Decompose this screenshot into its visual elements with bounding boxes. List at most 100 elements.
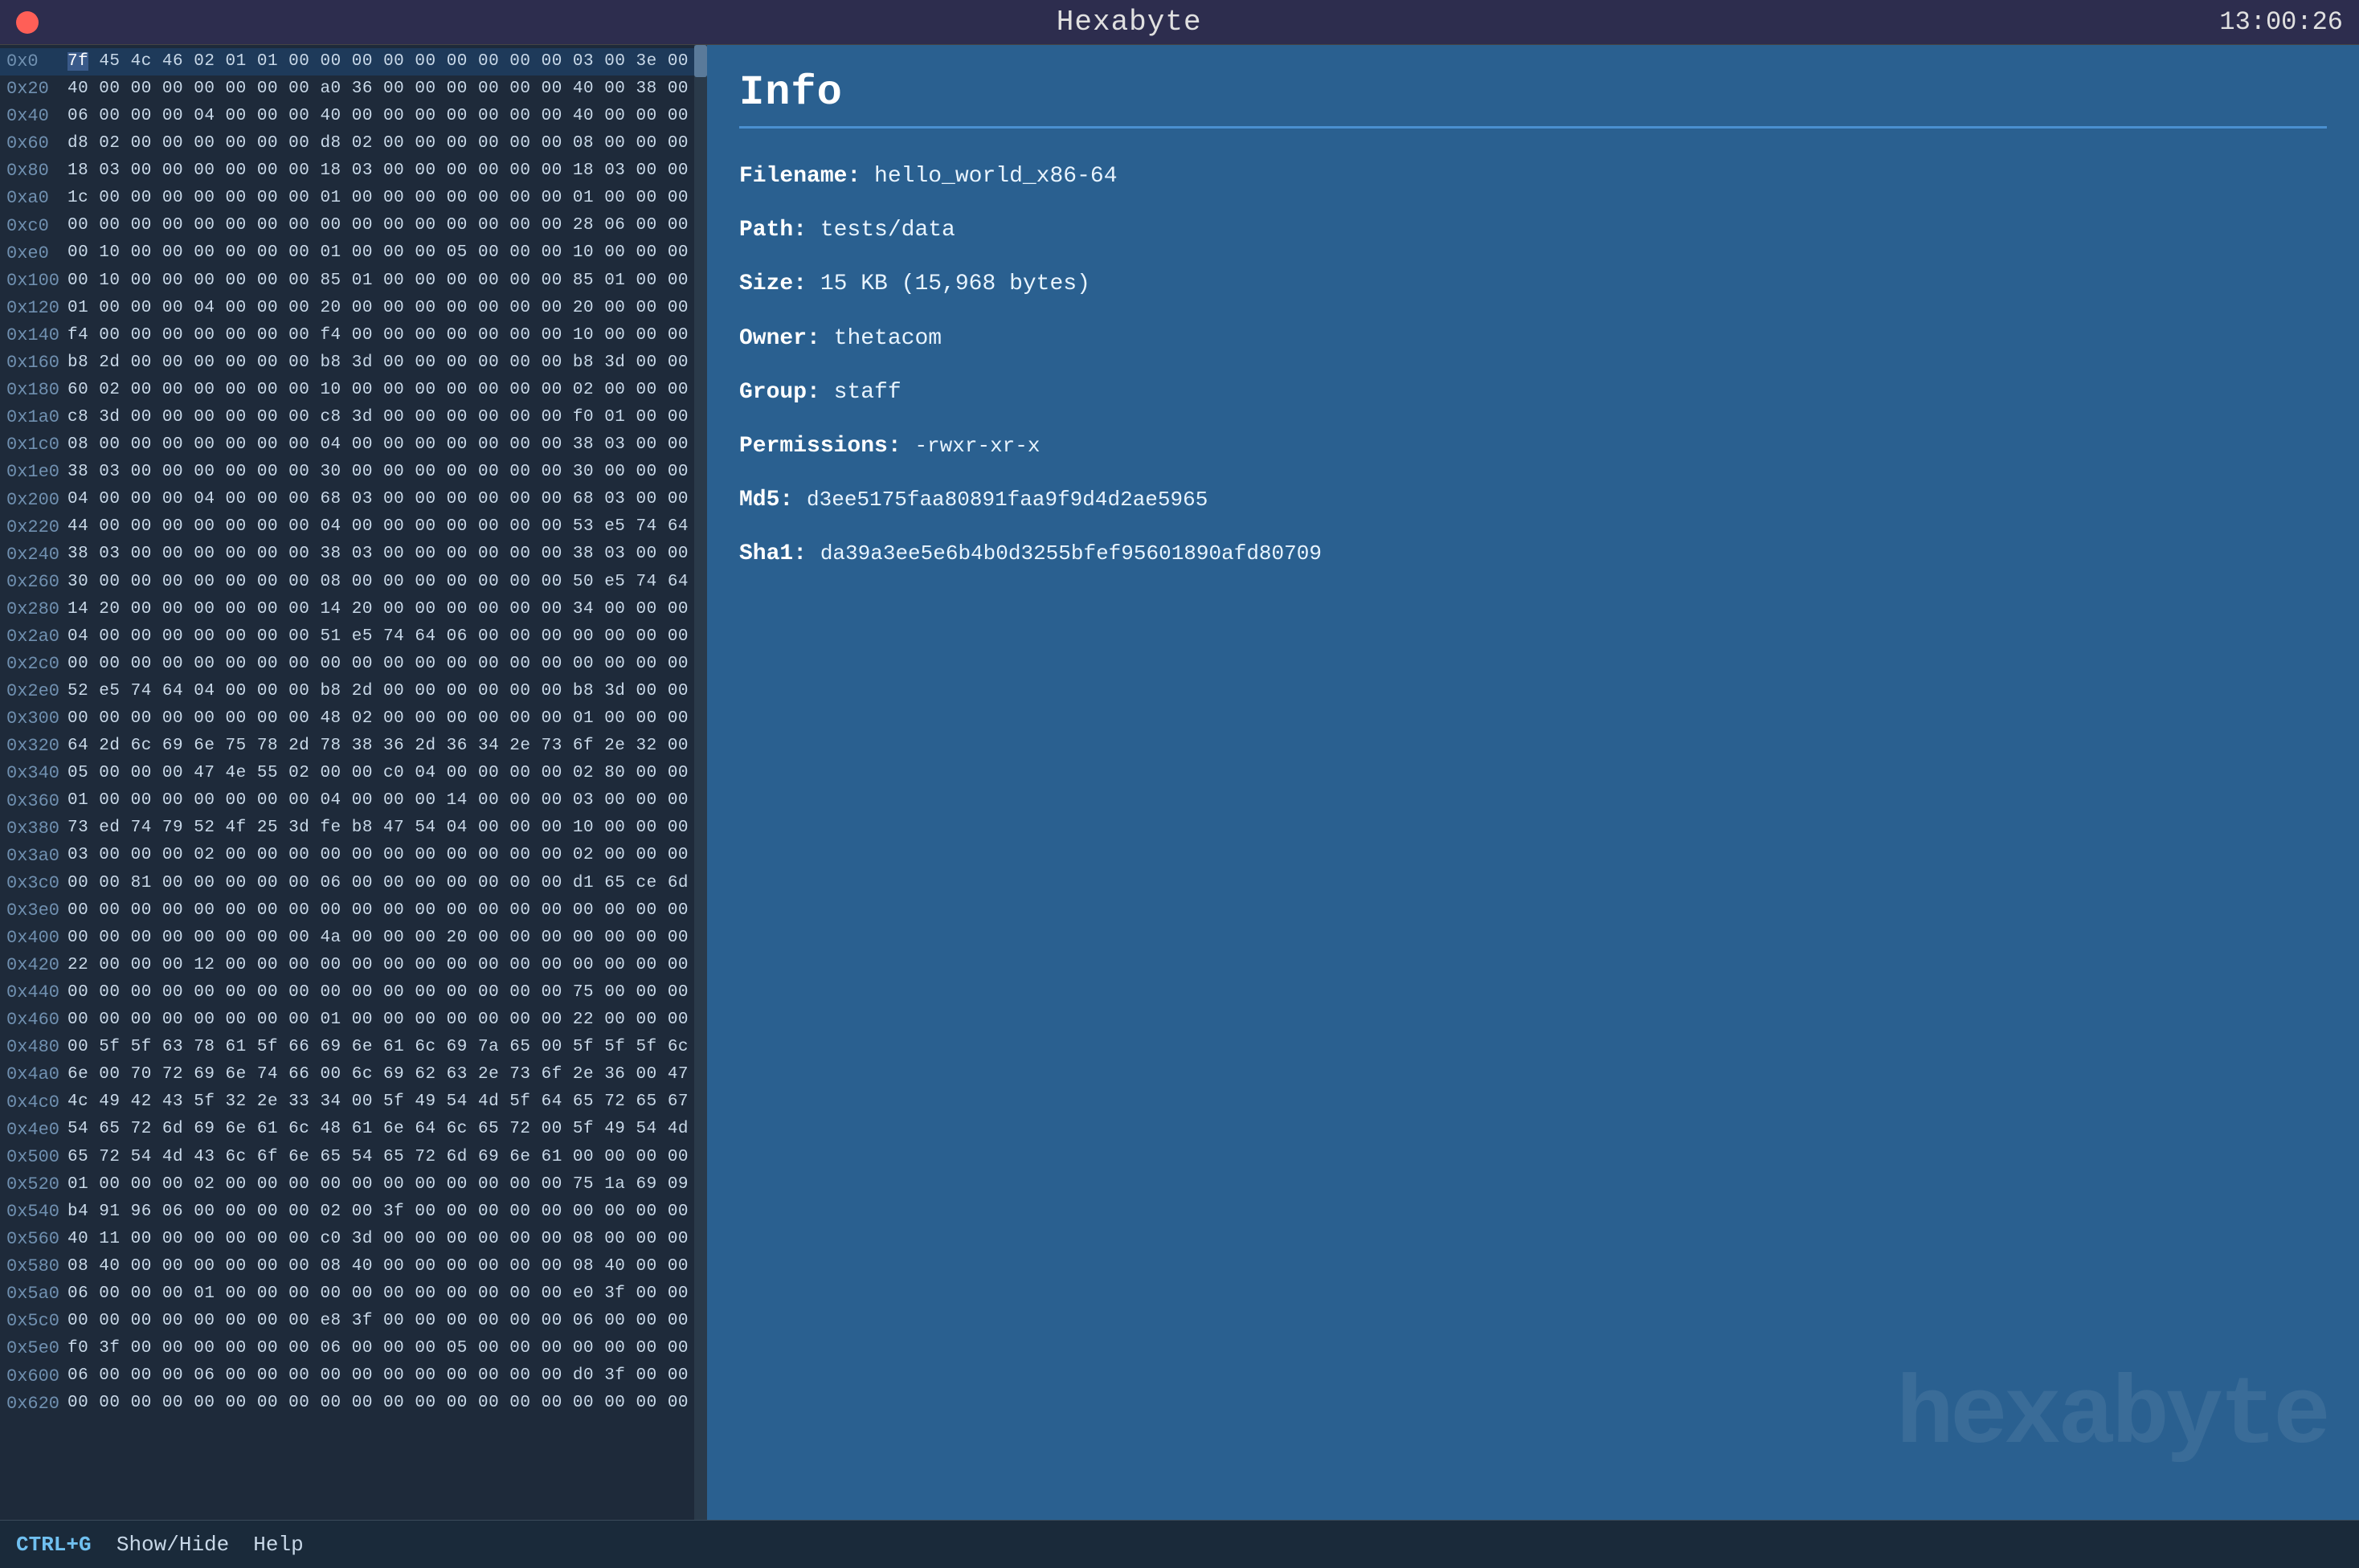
status-bar: CTRL+G Show/Hide Help <box>0 1520 2359 1568</box>
scrollbar-thumb[interactable] <box>694 45 707 77</box>
hex-bytes[interactable]: 06 00 00 00 01 00 00 00 00 00 00 00 00 0… <box>67 1281 707 1308</box>
hex-address: 0x80 <box>6 157 67 185</box>
hex-bytes[interactable]: 00 00 00 00 00 00 00 00 00 00 00 00 00 0… <box>67 1390 707 1417</box>
hex-address: 0x460 <box>6 1007 67 1034</box>
hex-bytes[interactable]: 40 00 00 00 00 00 00 00 a0 36 00 00 00 0… <box>67 76 707 103</box>
hex-row: 0x32064 2d 6c 69 6e 75 78 2d 78 38 36 2d… <box>0 733 707 760</box>
hex-bytes[interactable]: 38 03 00 00 00 00 00 00 38 03 00 00 00 0… <box>67 541 707 568</box>
close-button[interactable] <box>16 11 39 34</box>
hex-row: 0x22044 00 00 00 00 00 00 00 04 00 00 00… <box>0 514 707 541</box>
hex-bytes[interactable]: b4 91 96 06 00 00 00 00 02 00 3f 00 00 0… <box>67 1199 707 1226</box>
hex-bytes[interactable]: 00 00 00 00 00 00 00 00 00 00 00 00 00 0… <box>67 898 707 925</box>
hex-bytes[interactable]: 00 00 00 00 00 00 00 00 e8 3f 00 00 00 0… <box>67 1309 707 1335</box>
owner-label: Owner: <box>739 326 820 351</box>
hex-panel[interactable]: 0x07f 45 4c 46 02 01 01 00 00 00 00 00 0… <box>0 45 707 1520</box>
hex-bytes[interactable]: 4c 49 42 43 5f 32 2e 33 34 00 5f 49 54 4… <box>67 1089 707 1116</box>
hex-row: 0x44000 00 00 00 00 00 00 00 00 00 00 00… <box>0 979 707 1007</box>
hex-bytes[interactable]: 08 00 00 00 00 00 00 00 04 00 00 00 00 0… <box>67 432 707 459</box>
hex-bytes[interactable]: 73 ed 74 79 52 4f 25 3d fe b8 47 54 04 0… <box>67 815 707 842</box>
size-label: Size: <box>739 272 807 296</box>
size-value: 15 KB (15,968 bytes) <box>820 272 1090 296</box>
hex-row: 0x30000 00 00 00 00 00 00 00 48 02 00 00… <box>0 705 707 733</box>
hex-bytes[interactable]: c8 3d 00 00 00 00 00 00 c8 3d 00 00 00 0… <box>67 405 707 431</box>
hex-bytes[interactable]: 06 00 00 00 06 00 00 00 00 00 00 00 00 0… <box>67 1363 707 1390</box>
hex-address: 0x3e0 <box>6 897 67 925</box>
hex-address: 0x360 <box>6 788 67 815</box>
hex-bytes[interactable]: 00 00 00 00 00 00 00 00 4a 00 00 00 20 0… <box>67 925 707 952</box>
hex-bytes[interactable]: b8 2d 00 00 00 00 00 00 b8 3d 00 00 00 0… <box>67 350 707 377</box>
hex-address: 0x260 <box>6 569 67 596</box>
path-label: Path: <box>739 218 807 243</box>
filename-label: Filename: <box>739 164 861 189</box>
path-value: tests/data <box>820 218 955 243</box>
hex-row: 0x60006 00 00 00 06 00 00 00 00 00 00 00… <box>0 1363 707 1390</box>
hex-bytes[interactable]: 05 00 00 00 47 4e 55 02 00 00 c0 04 00 0… <box>67 761 707 787</box>
hex-bytes[interactable]: 54 65 72 6d 69 6e 61 6c 48 61 6e 64 6c 6… <box>67 1117 707 1143</box>
scrollbar[interactable] <box>694 45 707 1520</box>
shortcut2: Help <box>253 1533 303 1557</box>
hex-row: 0x4c04c 49 42 43 5f 32 2e 33 34 00 5f 49… <box>0 1089 707 1117</box>
hex-bytes[interactable]: 30 00 00 00 00 00 00 00 08 00 00 00 00 0… <box>67 570 707 596</box>
hex-bytes[interactable]: 40 11 00 00 00 00 00 00 c0 3d 00 00 00 0… <box>67 1227 707 1253</box>
permissions-label: Permissions: <box>739 434 901 459</box>
permissions-value: -rwxr-xr-x <box>914 434 1040 458</box>
hex-row: 0x1a0c8 3d 00 00 00 00 00 00 c8 3d 00 00… <box>0 404 707 431</box>
watermark: hexabyte <box>1896 1362 2327 1472</box>
hex-bytes[interactable]: 00 10 00 00 00 00 00 00 85 01 00 00 00 0… <box>67 268 707 295</box>
hex-address: 0x600 <box>6 1363 67 1390</box>
hex-bytes[interactable]: 00 00 00 00 00 00 00 00 00 00 00 00 00 0… <box>67 980 707 1007</box>
hex-bytes[interactable]: 01 00 00 00 04 00 00 00 20 00 00 00 00 0… <box>67 296 707 322</box>
hex-address: 0x500 <box>6 1144 67 1171</box>
hex-bytes[interactable]: 64 2d 6c 69 6e 75 78 2d 78 38 36 2d 36 3… <box>67 733 707 760</box>
hex-row: 0x2c000 00 00 00 00 00 00 00 00 00 00 00… <box>0 651 707 678</box>
hex-row: 0x28014 20 00 00 00 00 00 00 14 20 00 00… <box>0 596 707 623</box>
filename-value: hello_world_x86-64 <box>874 164 1117 189</box>
hex-bytes[interactable]: 7f 45 4c 46 02 01 01 00 00 00 00 00 00 0… <box>67 49 707 76</box>
hex-bytes[interactable]: 00 00 00 00 00 00 00 00 01 00 00 00 00 0… <box>67 1007 707 1034</box>
hex-bytes[interactable]: 04 00 00 00 00 00 00 00 51 e5 74 64 06 0… <box>67 624 707 651</box>
hex-address: 0x4e0 <box>6 1117 67 1144</box>
hex-bytes[interactable]: 18 03 00 00 00 00 00 00 18 03 00 00 00 0… <box>67 158 707 185</box>
hex-bytes[interactable]: 04 00 00 00 04 00 00 00 68 03 00 00 00 0… <box>67 487 707 513</box>
owner-row: Owner: thetacom <box>739 323 2327 354</box>
hex-row: 0x12001 00 00 00 04 00 00 00 20 00 00 00… <box>0 295 707 322</box>
hex-address: 0x540 <box>6 1198 67 1226</box>
hex-bytes[interactable]: 00 10 00 00 00 00 00 00 01 00 00 00 05 0… <box>67 240 707 267</box>
group-value: staff <box>834 380 901 405</box>
title-bar: Hexabyte 13:00:26 <box>0 0 2359 45</box>
hex-bytes[interactable]: 00 00 00 00 00 00 00 00 00 00 00 00 00 0… <box>67 651 707 678</box>
hex-bytes[interactable]: f4 00 00 00 00 00 00 00 f4 00 00 00 00 0… <box>67 323 707 349</box>
hex-bytes[interactable]: 65 72 54 4d 43 6c 6f 6e 65 54 65 72 6d 6… <box>67 1145 707 1171</box>
hex-bytes[interactable]: 1c 00 00 00 00 00 00 00 01 00 00 00 00 0… <box>67 186 707 212</box>
hex-row: 0x48000 5f 5f 63 78 61 5f 66 69 6e 61 6c… <box>0 1034 707 1061</box>
hex-address: 0x220 <box>6 514 67 541</box>
hex-bytes[interactable]: 22 00 00 00 12 00 00 00 00 00 00 00 00 0… <box>67 953 707 979</box>
hex-bytes[interactable]: 08 40 00 00 00 00 00 00 08 40 00 00 00 0… <box>67 1254 707 1280</box>
hex-bytes[interactable]: 52 e5 74 64 04 00 00 00 b8 2d 00 00 00 0… <box>67 679 707 705</box>
md5-label: Md5: <box>739 488 793 512</box>
hex-bytes[interactable]: 00 00 81 00 00 00 00 00 06 00 00 00 00 0… <box>67 871 707 897</box>
hex-row: 0x50065 72 54 4d 43 6c 6f 6e 65 54 65 72… <box>0 1144 707 1171</box>
hex-bytes[interactable]: 03 00 00 00 02 00 00 00 00 00 00 00 00 0… <box>67 843 707 869</box>
hex-bytes[interactable]: 01 00 00 00 00 00 00 00 04 00 00 00 14 0… <box>67 788 707 815</box>
hex-bytes[interactable]: 00 00 00 00 00 00 00 00 48 02 00 00 00 0… <box>67 706 707 733</box>
hex-bytes[interactable]: f0 3f 00 00 00 00 00 00 06 00 00 00 05 0… <box>67 1336 707 1362</box>
hex-address: 0x120 <box>6 295 67 322</box>
hex-bytes[interactable]: 38 03 00 00 00 00 00 00 30 00 00 00 00 0… <box>67 459 707 486</box>
hex-row: 0x10000 10 00 00 00 00 00 00 85 01 00 00… <box>0 267 707 295</box>
path-row: Path: tests/data <box>739 214 2327 246</box>
filename-row: Filename: hello_world_x86-64 <box>739 161 2327 192</box>
hex-row: 0x34005 00 00 00 47 4e 55 02 00 00 c0 04… <box>0 760 707 787</box>
hex-bytes[interactable]: d8 02 00 00 00 00 00 00 d8 02 00 00 00 0… <box>67 131 707 157</box>
hex-bytes[interactable]: 44 00 00 00 00 00 00 00 04 00 00 00 00 0… <box>67 514 707 541</box>
hex-bytes[interactable]: 60 02 00 00 00 00 00 00 10 00 00 00 00 0… <box>67 378 707 404</box>
hex-bytes[interactable]: 14 20 00 00 00 00 00 00 14 20 00 00 00 0… <box>67 597 707 623</box>
hex-bytes[interactable]: 00 5f 5f 63 78 61 5f 66 69 6e 61 6c 69 7… <box>67 1035 707 1061</box>
hex-bytes[interactable]: 01 00 00 00 02 00 00 00 00 00 00 00 00 0… <box>67 1172 707 1198</box>
hex-bytes[interactable]: 00 00 00 00 00 00 00 00 00 00 00 00 00 0… <box>67 213 707 239</box>
hex-bytes[interactable]: 6e 00 70 72 69 6e 74 66 00 6c 69 62 63 2… <box>67 1062 707 1088</box>
hex-bytes[interactable]: 06 00 00 00 04 00 00 00 40 00 00 00 00 0… <box>67 104 707 130</box>
hex-address: 0x20 <box>6 76 67 103</box>
hex-address: 0x320 <box>6 733 67 760</box>
hex-address: 0x5e0 <box>6 1335 67 1362</box>
